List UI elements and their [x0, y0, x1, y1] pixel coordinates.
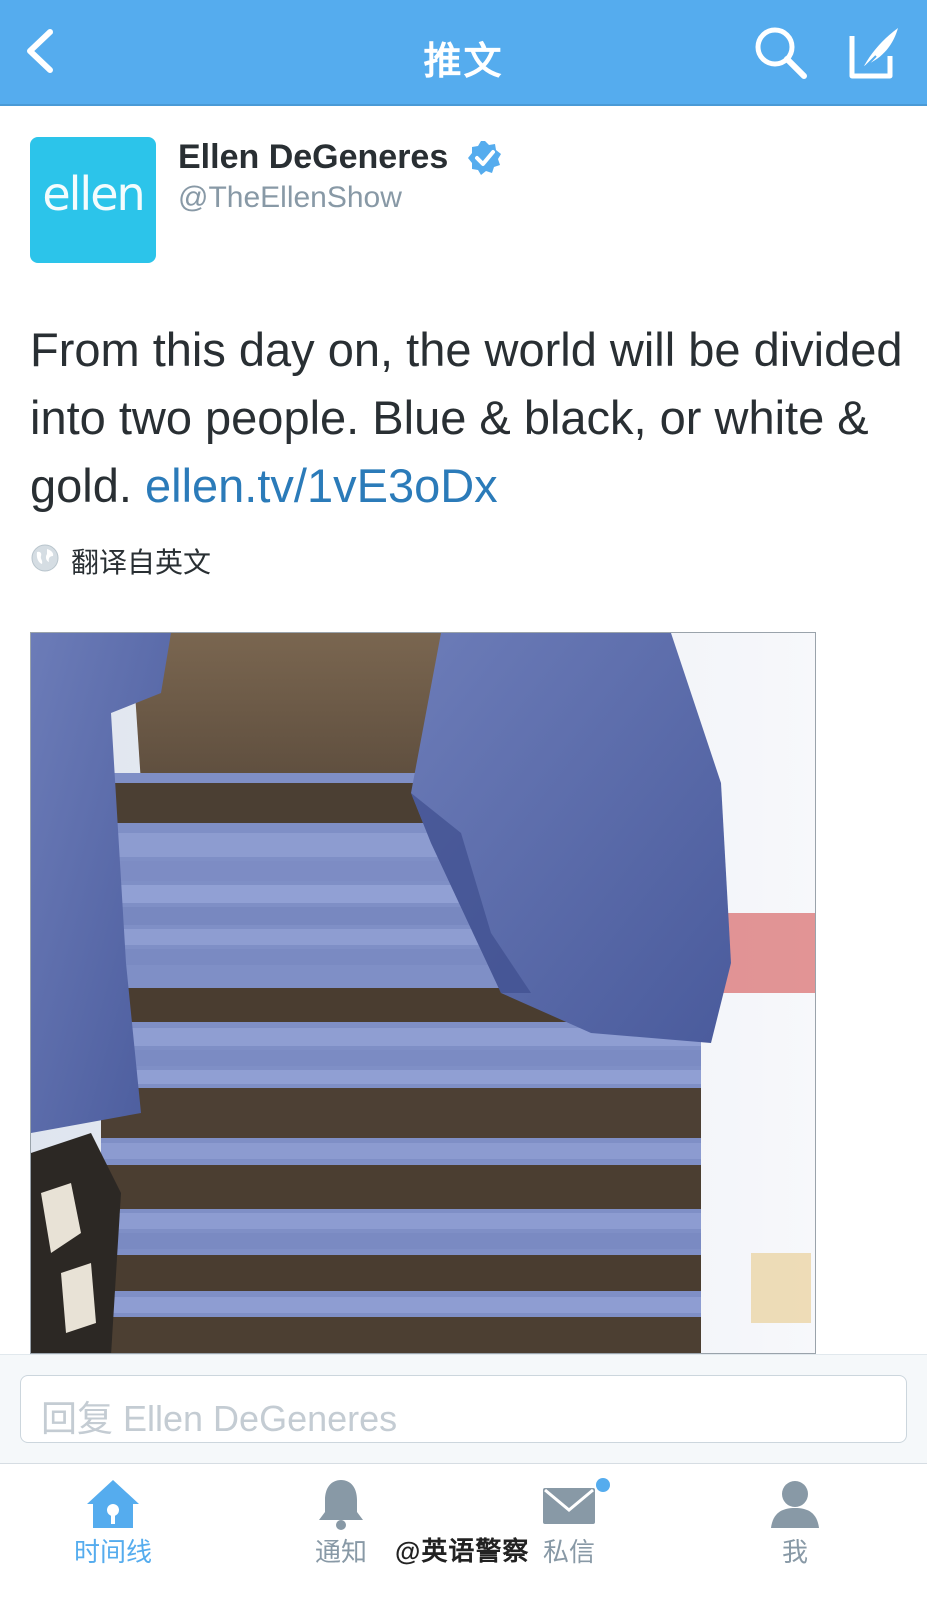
tab-label-notifications: 通知: [314, 1537, 367, 1567]
verified-badge-icon: [466, 139, 504, 177]
translate-link[interactable]: 翻译自英文: [71, 541, 211, 581]
tab-label-me: 我: [781, 1537, 808, 1567]
avatar-logo-text: ellen: [42, 167, 145, 221]
tweet-text: From this day on, the world will be divi…: [30, 316, 910, 520]
search-icon[interactable]: [752, 24, 810, 82]
author-name[interactable]: Ellen DeGeneres: [178, 138, 448, 177]
dress-photo: [31, 633, 815, 1353]
tab-label-timeline: 时间线: [73, 1537, 152, 1567]
reply-input[interactable]: 回复 Ellen DeGeneres: [20, 1375, 907, 1443]
watermark-text: @英语警察: [395, 1536, 530, 1566]
globe-icon[interactable]: [30, 543, 60, 573]
person-icon: [765, 1476, 825, 1532]
tweet-link[interactable]: ellen.tv/1vE3oDx: [145, 459, 498, 512]
compose-icon[interactable]: [842, 22, 904, 84]
author-handle[interactable]: @TheEllenShow: [178, 181, 402, 215]
reply-placeholder: 回复 Ellen DeGeneres: [41, 1398, 398, 1439]
tab-notifications[interactable]: 通知: [266, 1464, 416, 1600]
top-navbar: 推文: [0, 0, 927, 106]
bell-icon: [311, 1476, 371, 1532]
envelope-icon: [539, 1476, 599, 1532]
tab-me[interactable]: 我: [720, 1464, 870, 1600]
avatar[interactable]: ellen: [30, 137, 156, 263]
tab-timeline[interactable]: 时间线: [38, 1464, 188, 1600]
unread-dot-badge: [596, 1478, 610, 1492]
home-icon: [83, 1476, 143, 1532]
tweet-photo[interactable]: [30, 632, 816, 1354]
